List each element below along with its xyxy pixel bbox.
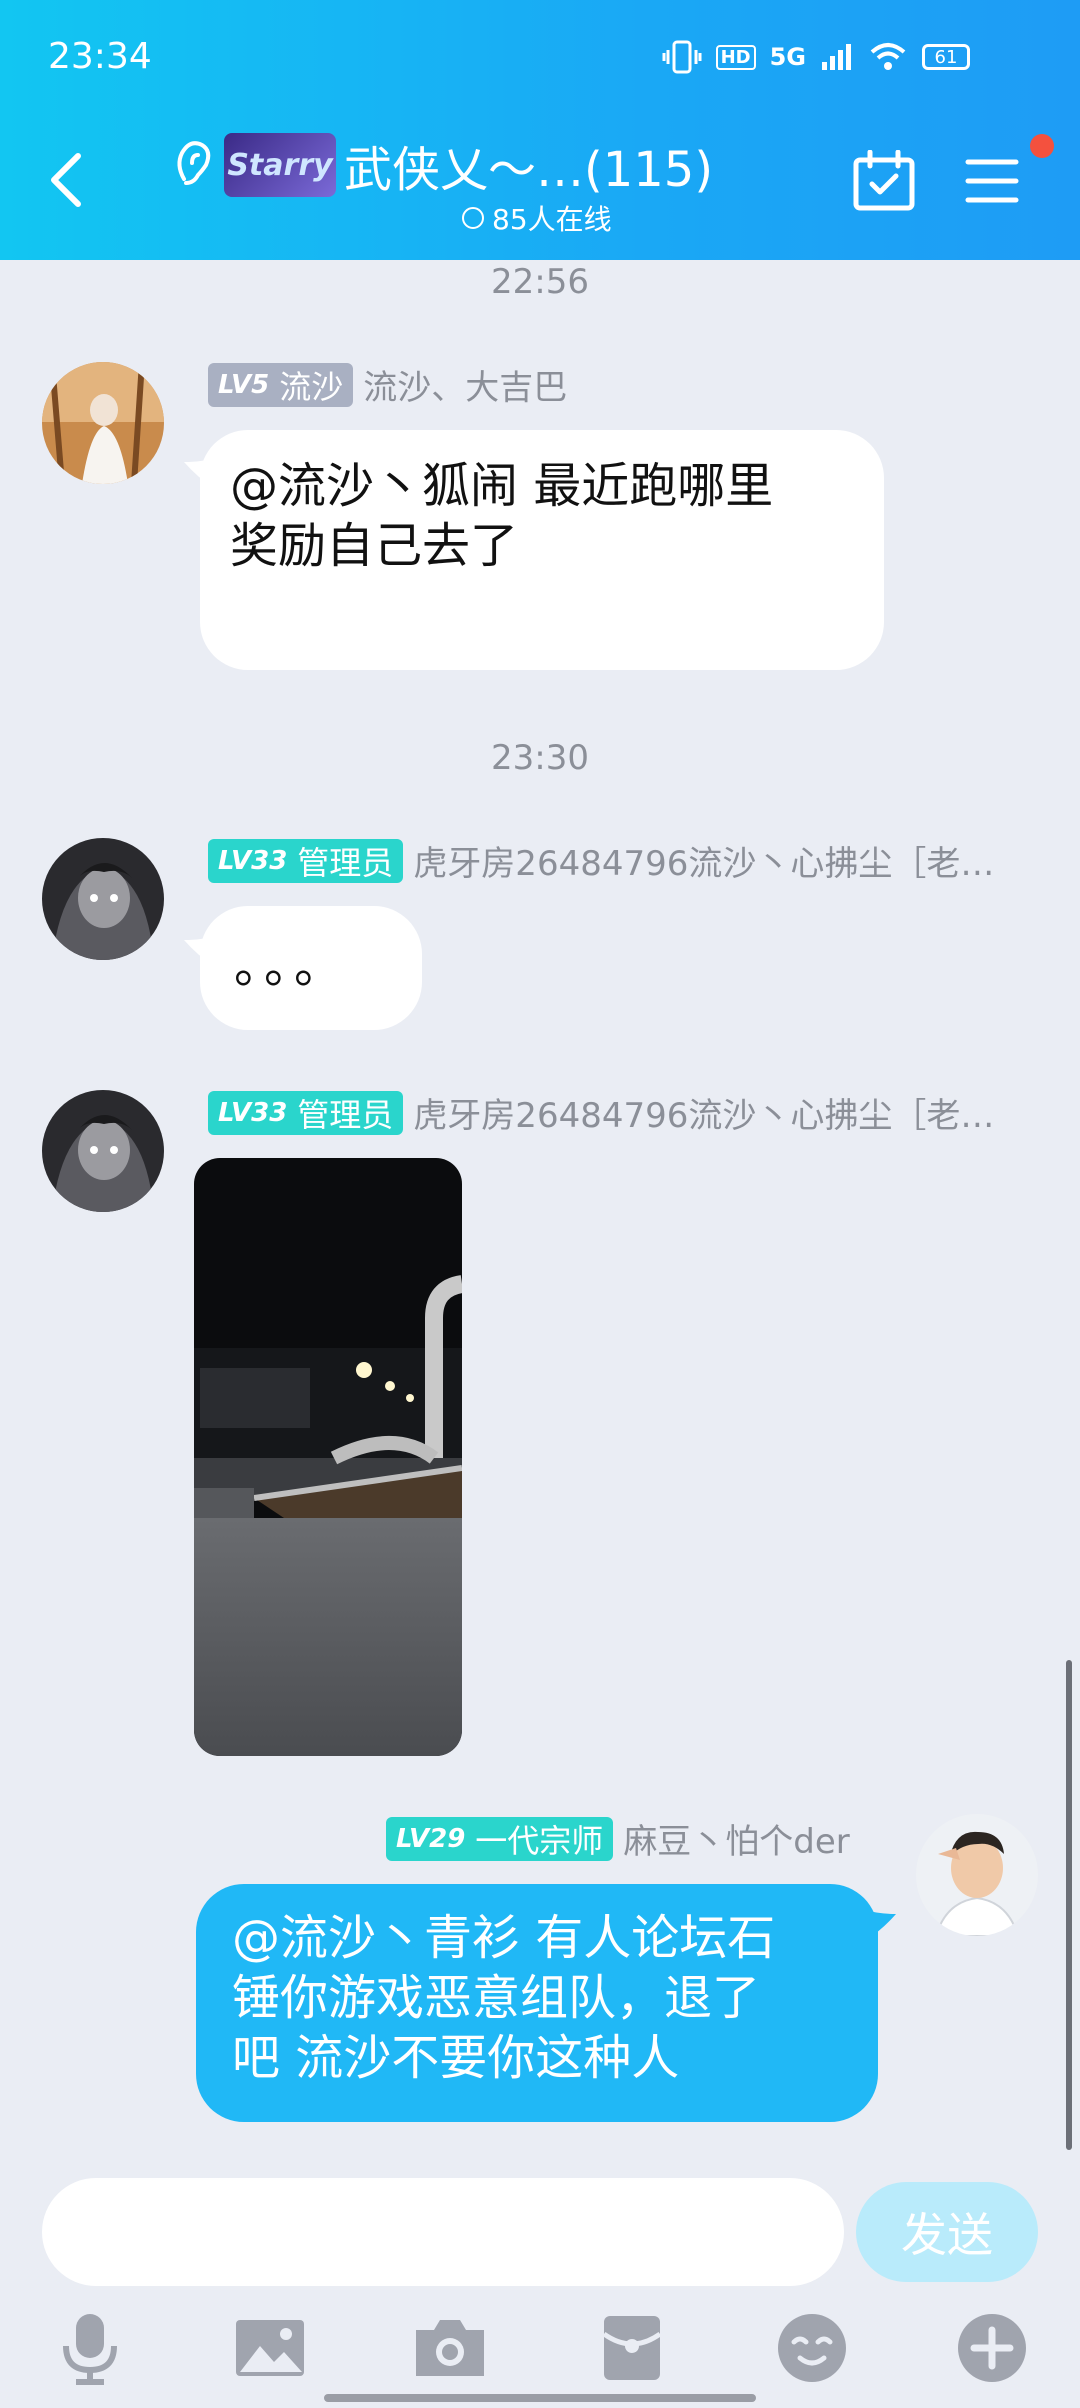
hd-badge: HD: [715, 44, 756, 70]
wifi-icon: [870, 43, 906, 70]
calendar-check-icon[interactable]: [852, 150, 916, 212]
message-bubble[interactable]: @流沙丶狐闹 最近跑哪里 奖励自己去了: [200, 430, 884, 670]
avatar[interactable]: [42, 362, 164, 484]
level-label: LV33: [218, 845, 288, 876]
role-label: 管理员: [297, 843, 394, 882]
notification-dot: [1030, 134, 1054, 158]
message-bubble[interactable]: @流沙丶青衫 有人论坛石 锤你游戏恶意组队，退了 吧 流沙不要你这种人: [196, 1884, 878, 2122]
online-text: 85人在线: [492, 203, 612, 236]
time-separator: 23:30: [491, 738, 589, 778]
online-icon: [462, 207, 484, 229]
menu-icon[interactable]: [964, 156, 1020, 206]
image-icon[interactable]: [232, 2310, 308, 2386]
status-icons: HD 5G 61: [662, 40, 970, 74]
sender-meta: LV33 管理员 虎牙房26484796流沙丶心拂尘［老…: [208, 836, 994, 885]
message-line: 锤你游戏恶意组队，退了: [232, 1970, 761, 2026]
message-line: 奖励自己去了: [230, 518, 519, 574]
role-label: 管理员: [297, 1095, 394, 1134]
sender-meta: LV29 一代宗师 麻豆丶怕个der: [386, 1814, 850, 1863]
level-label: LV5: [218, 369, 270, 400]
home-indicator[interactable]: [324, 2394, 756, 2402]
sender-name: 麻豆丶怕个der: [623, 1822, 850, 1862]
message-bubble[interactable]: 。。。: [200, 906, 422, 1030]
sender-meta: LV5 流沙 流沙、大吉巴: [208, 360, 567, 409]
sender-name: 虎牙房26484796流沙丶心拂尘［老…: [413, 844, 995, 884]
battery-indicator: 61: [922, 44, 970, 70]
avatar[interactable]: [42, 1090, 164, 1212]
camera-icon[interactable]: [412, 2310, 488, 2386]
red-packet-icon[interactable]: [594, 2310, 670, 2386]
scrollbar[interactable]: [1066, 1660, 1072, 2150]
vibrate-icon: [662, 40, 702, 74]
level-label: LV29: [396, 1823, 466, 1854]
send-button[interactable]: 发送: [856, 2182, 1038, 2282]
plus-icon[interactable]: [954, 2310, 1030, 2386]
avatar[interactable]: [42, 838, 164, 960]
role-label: 流沙: [279, 367, 344, 406]
emoji-icon[interactable]: [774, 2310, 850, 2386]
level-badge: LV33 管理员: [208, 1090, 404, 1135]
online-count: 85人在线: [462, 198, 612, 238]
mic-icon[interactable]: [52, 2310, 128, 2386]
sender-meta: LV33 管理员 虎牙房26484796流沙丶心拂尘［老…: [208, 1088, 994, 1137]
message-text: 。。。: [234, 938, 349, 994]
group-title: 武侠乂～…(115): [344, 142, 714, 198]
message-line: @流沙丶青衫 有人论坛石: [232, 1910, 776, 1966]
level-badge: LV33 管理员: [208, 838, 404, 883]
message-line: 吧 流沙不要你这种人: [232, 2030, 680, 2086]
message-line: @流沙丶狐闹 最近跑哪里: [230, 458, 774, 514]
avatar[interactable]: [916, 1814, 1038, 1936]
level-badge: LV29 一代宗师: [386, 1816, 614, 1861]
role-label: 一代宗师: [475, 1821, 604, 1860]
status-time: 23:34: [48, 36, 152, 77]
group-title-row[interactable]: Starry 武侠乂～…(115): [170, 130, 713, 200]
chat-header: 23:34 HD 5G 61 Starry 武侠乂～…(115) 85人在线: [0, 0, 1080, 260]
back-icon[interactable]: [46, 150, 86, 210]
level-label: LV33: [218, 1097, 288, 1128]
sender-name: 流沙、大吉巴: [363, 368, 568, 408]
message-input[interactable]: [42, 2178, 844, 2286]
ear-icon: [177, 141, 211, 185]
network-label: 5G: [769, 43, 806, 71]
sender-name: 虎牙房26484796流沙丶心拂尘［老…: [413, 1096, 995, 1136]
signal-icon: [822, 44, 851, 70]
time-separator: 22:56: [491, 262, 589, 302]
group-logo: Starry: [224, 133, 336, 197]
level-badge: LV5 流沙: [208, 362, 354, 407]
night-street-photo[interactable]: [194, 1158, 462, 1756]
